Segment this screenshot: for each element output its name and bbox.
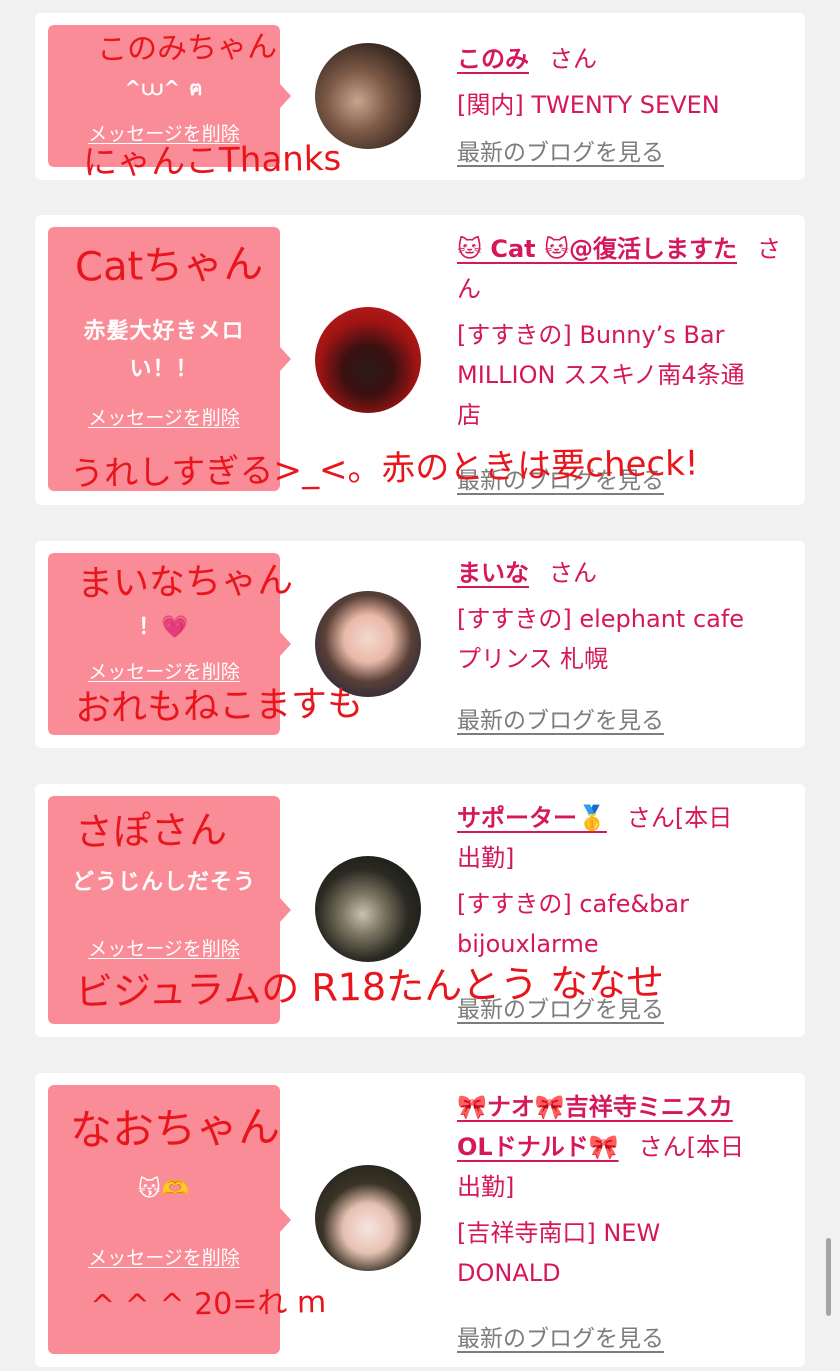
shop-name-line-2: プリンス 札幌 (457, 645, 609, 673)
profile-info: 🐱 Cat 🐱@復活しますた さん [すすきの] Bunny’s Bar MILL… (457, 229, 793, 435)
shop-name-line-1: [すすきの] elephant cafe (457, 605, 745, 633)
message-text: どうじんしだそう (71, 870, 256, 895)
profile-name-link[interactable]: このみ (457, 45, 529, 73)
profile-info: まいな さん [すすきの] elephant cafe プリンス 札幌 (457, 553, 793, 679)
avatar[interactable] (315, 307, 421, 413)
message-text: ！💗 (138, 615, 190, 640)
profile-info: 🎀ナオ🎀吉祥寺ミニスカ OLドナルド🎀 さん[本日 出勤] [吉祥寺南口] NEW… (457, 1087, 793, 1293)
message-emoji: ^⩊^ ฅ (124, 76, 204, 100)
shop-name-line-1: [すすきの] cafe&bar (457, 890, 689, 918)
shop-name-line-2: MILLION ススキノ南4条通 (457, 361, 745, 389)
handwritten-note: おれもねこますも (74, 683, 364, 730)
message-text: 赤髪大好きメロい！！ (83, 319, 245, 382)
shop-name-line-3: 店 (457, 401, 481, 429)
handwritten-title: なおちゃん (69, 1102, 281, 1155)
shop-name-line-2: DONALD (457, 1259, 561, 1287)
profile-name-link[interactable]: まいな (457, 559, 529, 587)
handwritten-title: このみちゃん (96, 29, 278, 68)
handwritten-title: まいなちゃん (76, 560, 294, 605)
shop-name-line-1: [すすきの] Bunny’s Bar (457, 321, 725, 349)
message-card-3: ！💗 メッセージを削除 まいな さん [すすきの] elephant cafe プ… (35, 541, 805, 748)
avatar[interactable] (315, 856, 421, 962)
message-card-1: ^⩊^ ฅ メッセージを削除 このみ さん [関内] TWENTY SEVEN 最… (35, 13, 805, 183)
scrollbar[interactable] (826, 1238, 831, 1316)
delete-message-link[interactable]: メッセージを削除 (48, 1243, 280, 1270)
profile-name-link[interactable]: 🐱 Cat 🐱@復活しますた (457, 235, 737, 263)
handwritten-note: にゃんこThanks (82, 138, 342, 184)
message-card-4: どうじんしだそう メッセージを削除 サポーター🥇 さん[本日 出勤] [すすきの]… (35, 784, 805, 1037)
handwritten-title: さぽさん (74, 807, 228, 855)
latest-blog-link[interactable]: 最新のブログを見る (457, 133, 664, 167)
handwritten-note: ビジュラムの R18たんとう ななせ (74, 959, 665, 1015)
shop-name: [関内] TWENTY SEVEN (457, 91, 720, 119)
avatar[interactable] (315, 1165, 421, 1271)
handwritten-note: ^ ^ ^ 20=れ m (89, 1284, 327, 1325)
shop-name-line-1: [吉祥寺南口] NEW (457, 1219, 661, 1247)
delete-message-link[interactable]: メッセージを削除 (48, 934, 280, 961)
profile-name-link[interactable]: 🎀ナオ🎀吉祥寺ミニスカ (457, 1087, 793, 1127)
latest-blog-link[interactable]: 最新のブログを見る (457, 1319, 664, 1353)
message-card-5: 😽🫶 メッセージを削除 🎀ナオ🎀吉祥寺ミニスカ OLドナルド🎀 さん[本日 出勤]… (35, 1073, 805, 1367)
latest-blog-link[interactable]: 最新のブログを見る (457, 701, 664, 735)
message-emoji: 😽🫶 (137, 1177, 191, 1202)
profile-name-link[interactable]: サポーター🥇 (457, 804, 607, 832)
profile-info: サポーター🥇 さん[本日 出勤] [すすきの] cafe&bar bijouxla… (457, 798, 793, 964)
message-card-2: 赤髪大好きメロい！！ メッセージを削除 🐱 Cat 🐱@復活しますた さん [すす… (35, 215, 805, 505)
delete-message-link[interactable]: メッセージを削除 (48, 403, 280, 430)
profile-info: このみ さん [関内] TWENTY SEVEN (457, 39, 793, 125)
handwritten-title: Catちゃん (74, 241, 264, 291)
